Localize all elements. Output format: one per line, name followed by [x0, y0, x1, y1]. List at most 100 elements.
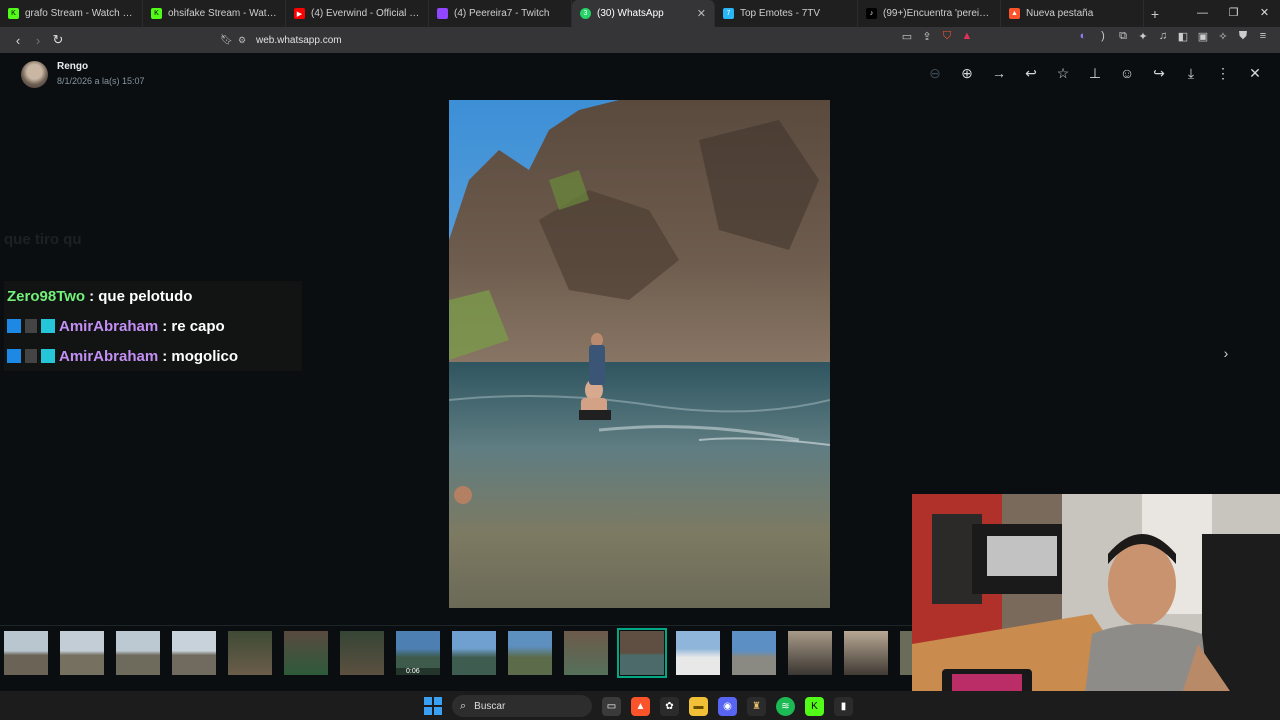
faded-chat-message: que tiro qu — [4, 231, 82, 248]
browser-toolbar: ‹ › ↻ 🔖︎ ⚙ web.whatsapp.com ▭ ⇪ ⛉ ▲ ◐ ) … — [0, 27, 1280, 53]
chatgpt-icon[interactable]: ✿ — [660, 696, 679, 716]
url-text: web.whatsapp.com — [256, 34, 342, 46]
puzzle-icon[interactable]: ✦ — [1136, 30, 1150, 43]
wallet-icon[interactable]: ▣ — [1196, 30, 1210, 43]
share-icon[interactable]: ↪ — [1150, 65, 1168, 82]
tab-5[interactable]: 7 Top Emotes - 7TV — [715, 0, 858, 27]
media-thumbnail[interactable] — [4, 630, 48, 675]
minimize-icon[interactable]: — — [1187, 0, 1218, 27]
tiktok-icon: ♪ — [866, 8, 877, 19]
media-thumbnail[interactable] — [900, 630, 912, 675]
obs-icon[interactable]: ▮ — [834, 696, 853, 716]
media-icon[interactable]: ♫ — [1156, 30, 1170, 43]
new-tab-button[interactable]: + — [1144, 6, 1166, 22]
media-thumbnail[interactable] — [228, 630, 272, 675]
brave-browser-icon[interactable]: ▲ — [631, 696, 650, 716]
media-photo[interactable] — [449, 100, 830, 608]
chat-text: : mogolico — [162, 347, 239, 365]
media-thumbnail[interactable] — [676, 630, 720, 675]
game-badge-icon — [41, 349, 55, 363]
sender-name: Rengo — [57, 61, 89, 72]
menu-icon[interactable]: ≡ — [1256, 30, 1270, 43]
forward-icon[interactable]: → — [990, 65, 1008, 82]
close-tab-icon[interactable]: ✕ — [697, 7, 706, 20]
webcam-image — [912, 494, 1280, 720]
audio-icon[interactable]: ) — [1096, 30, 1110, 43]
zoom-out-icon[interactable]: ⊖ — [926, 65, 944, 82]
windows-start-icon[interactable] — [424, 697, 442, 715]
media-thumbnail[interactable] — [452, 630, 496, 675]
close-window-icon[interactable]: ✕ — [1249, 0, 1280, 27]
brave-icon: ▲ — [1009, 8, 1020, 19]
toolbar-extensions: ▭ ⇪ ⛉ ▲ ◐ ) ⧉ ✦ ♫ ◧ ▣ ✧ ⛊ ≡ — [900, 30, 1270, 43]
prime-badge-icon — [25, 319, 37, 333]
tab-3[interactable]: (4) Peereira7 - Twitch — [429, 0, 572, 27]
spotify-icon[interactable]: ≋ — [776, 696, 795, 716]
tab-4[interactable]: 3 (30) WhatsApp ✕ — [572, 0, 715, 27]
address-bar[interactable]: 🔖︎ ⚙ web.whatsapp.com — [220, 30, 965, 50]
app-icon[interactable]: ♜ — [747, 696, 766, 716]
cast-icon[interactable]: ▭ — [900, 30, 914, 43]
media-thumbnail[interactable] — [844, 630, 888, 675]
whatsapp-icon: 3 — [580, 8, 591, 19]
media-thumbnail[interactable] — [732, 630, 776, 675]
sidebar-icon[interactable]: ◧ — [1176, 30, 1190, 43]
tab-0[interactable]: Kgrafo Stream - Watch Live — [0, 0, 143, 27]
search-icon: ⌕ — [460, 699, 467, 712]
kick-icon: K — [151, 8, 162, 19]
reload-icon[interactable]: ↻ — [48, 32, 68, 48]
screenshot-icon[interactable]: ⧉ — [1116, 30, 1130, 43]
media-thumbnail[interactable] — [116, 630, 160, 675]
sub-badge-icon — [7, 319, 21, 333]
zoom-in-icon[interactable]: ⊕ — [958, 65, 976, 82]
tab-1[interactable]: Kohsifake Stream - Watch Li — [143, 0, 286, 27]
leo-icon[interactable]: ✧ — [1216, 30, 1230, 43]
media-thumbnail[interactable] — [564, 630, 608, 675]
sender-date: 8/1/2026 a la(s) 15:07 — [57, 76, 145, 86]
media-thumbnail-video[interactable]: 0:06 — [396, 630, 440, 675]
taskbar-search[interactable]: ⌕ Buscar — [452, 695, 592, 717]
sub-badge-icon — [7, 349, 21, 363]
file-explorer-icon[interactable]: ▬ — [689, 696, 708, 716]
next-media-icon[interactable]: › — [1217, 345, 1235, 363]
media-thumbnail[interactable] — [340, 630, 384, 675]
viewer-toolbar: ⊖ ⊕ → ↩ ☆ ⊥ ☺ ↪ ⤓ ⋮ ✕ — [926, 65, 1264, 82]
more-icon[interactable]: ⋮ — [1214, 65, 1232, 82]
vpn-icon[interactable]: ⛊ — [1236, 30, 1250, 43]
extension-icon[interactable]: ◐ — [1076, 30, 1090, 43]
site-info-icon[interactable]: ⚙ — [238, 35, 256, 46]
download-icon[interactable]: ⤓ — [1182, 65, 1200, 82]
media-thumbnail[interactable] — [788, 630, 832, 675]
back-icon[interactable]: ‹ — [8, 33, 28, 48]
task-view-icon[interactable]: ▭ — [602, 696, 621, 716]
window-controls: — ❐ ✕ — [1187, 0, 1280, 27]
emoji-icon[interactable]: ☺ — [1118, 65, 1136, 82]
brave-shield-icon[interactable]: ⛉ — [940, 30, 954, 43]
taskbar-items: ⌕ Buscar ▭ ▲ ✿ ▬ ◉ ♜ ≋ K ▮ — [424, 695, 853, 717]
7tv-icon: 7 — [723, 8, 734, 19]
media-thumbnail[interactable] — [60, 630, 104, 675]
prime-badge-icon — [25, 349, 37, 363]
windows-taskbar: ⌕ Buscar ▭ ▲ ✿ ▬ ◉ ♜ ≋ K ▮ — [0, 691, 1280, 720]
tab-2[interactable]: ▶(4) Everwind - Official Gameplay — [286, 0, 429, 27]
webcam-overlay — [912, 494, 1280, 720]
kick-taskbar-icon[interactable]: K — [805, 696, 824, 716]
share-page-icon[interactable]: ⇪ — [920, 30, 934, 43]
star-icon[interactable]: ☆ — [1054, 65, 1072, 82]
media-thumbnail-selected[interactable] — [617, 627, 667, 678]
media-thumbnail[interactable] — [172, 630, 216, 675]
tab-6[interactable]: ♪(99+)Encuentra 'pereira y agu — [858, 0, 1001, 27]
pin-icon[interactable]: ⊥ — [1086, 65, 1104, 82]
media-thumbnail[interactable] — [284, 630, 328, 675]
browser-tab-strip: Kgrafo Stream - Watch Live Kohsifake Str… — [0, 0, 1280, 27]
forward-nav-icon[interactable]: › — [28, 33, 48, 48]
close-icon[interactable]: ✕ — [1246, 65, 1264, 82]
brave-rewards-icon[interactable]: ▲ — [960, 30, 974, 43]
discord-icon[interactable]: ◉ — [718, 696, 737, 716]
reply-icon[interactable]: ↩ — [1022, 65, 1040, 82]
restore-icon[interactable]: ❐ — [1218, 0, 1249, 27]
media-thumbnail[interactable] — [508, 630, 552, 675]
tab-7[interactable]: ▲ Nueva pestaña — [1001, 0, 1144, 27]
bookmark-icon[interactable]: 🔖︎ — [220, 35, 238, 46]
avatar[interactable] — [21, 61, 48, 88]
